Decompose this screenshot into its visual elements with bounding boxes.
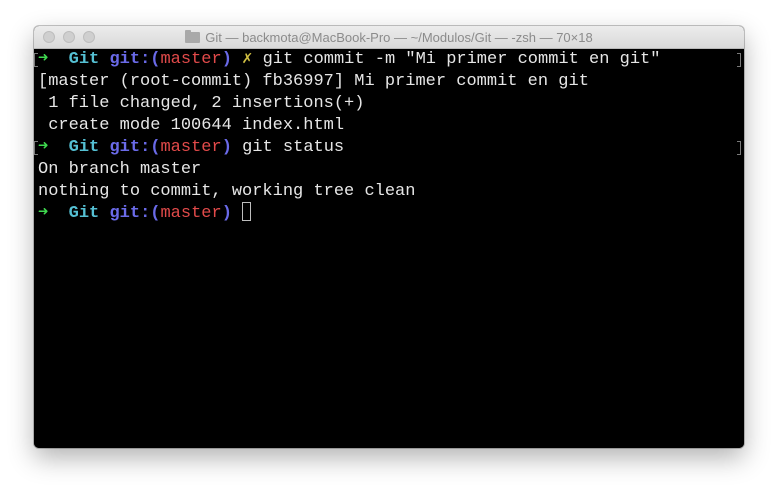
prompt-arrow-icon: ➜: [38, 138, 49, 157]
output-line: 1 file changed, 2 insertions(+): [38, 94, 365, 113]
window-title-container: Git — backmota@MacBook-Pro — ~/Modulos/G…: [34, 26, 744, 48]
prompt-branch: master: [160, 50, 222, 69]
terminal-window: Git — backmota@MacBook-Pro — ~/Modulos/G…: [34, 26, 744, 448]
prompt-git-suffix: ): [221, 204, 232, 223]
folder-icon: [185, 30, 201, 43]
prompt-git-prefix: git:(: [109, 138, 161, 157]
prompt-directory: Git: [68, 204, 100, 223]
title-bar[interactable]: Git — backmota@MacBook-Pro — ~/Modulos/G…: [34, 26, 744, 49]
prompt-git-prefix: git:(: [109, 50, 161, 69]
terminal-content[interactable]: ➜ Git git:(master) ✗ git commit -m "Mi p…: [34, 49, 744, 448]
output-line: On branch master: [38, 160, 202, 179]
command-text: git commit -m "Mi primer commit en git": [262, 50, 661, 69]
prompt-branch: master: [160, 204, 222, 223]
prompt-branch: master: [160, 138, 222, 157]
mark-bracket-icon: [737, 53, 741, 67]
prompt-line-commit: ➜ Git git:(master) ✗ git commit -m "Mi p…: [38, 49, 660, 71]
mark-bracket-icon: [34, 53, 38, 67]
prompt-git-suffix: ): [221, 50, 232, 69]
prompt-git-suffix: ): [221, 138, 232, 157]
command-text: git status: [242, 138, 345, 157]
output-line: create mode 100644 index.html: [38, 116, 345, 135]
mark-bracket-icon: [34, 141, 38, 155]
prompt-arrow-icon: ➜: [38, 50, 49, 69]
prompt-line-status: ➜ Git git:(master) git status: [38, 137, 344, 159]
prompt-directory: Git: [68, 138, 100, 157]
output-line: nothing to commit, working tree clean: [38, 182, 416, 201]
window-title: Git — backmota@MacBook-Pro — ~/Modulos/G…: [205, 29, 593, 45]
prompt-line-current: ➜ Git git:(master): [38, 202, 252, 225]
prompt-directory: Git: [68, 50, 100, 69]
text-cursor[interactable]: [242, 202, 252, 222]
dirty-marker-icon: ✗: [242, 50, 253, 69]
output-line: [master (root-commit) fb36997] Mi primer…: [38, 72, 589, 91]
prompt-arrow-icon: ➜: [38, 204, 49, 223]
mark-bracket-icon: [737, 141, 741, 155]
prompt-git-prefix: git:(: [109, 204, 161, 223]
